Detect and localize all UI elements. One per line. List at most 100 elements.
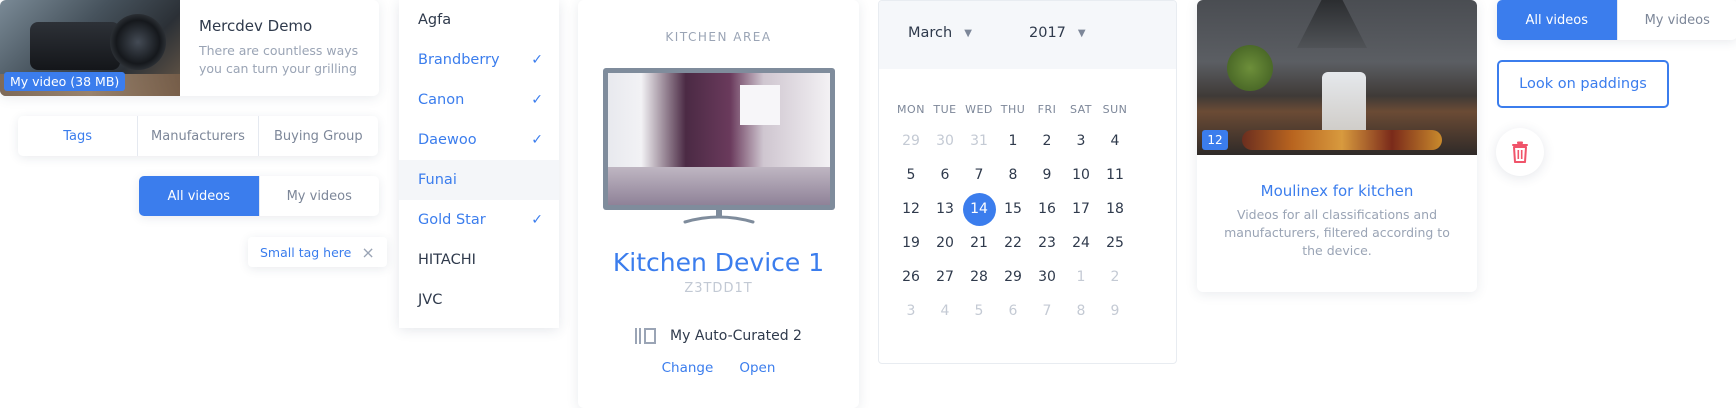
videos-toggle-group: All videos My videos [139, 176, 379, 216]
brand-item-agfa[interactable]: Agfa [399, 0, 559, 40]
brand-label: Funai [418, 172, 457, 188]
brand-dropdown-list: Agfa Brandberry ✓ Canon ✓ Daewoo ✓ Funai… [399, 0, 559, 328]
check-icon: ✓ [531, 52, 543, 68]
calendar-day[interactable]: 20 [928, 235, 962, 251]
calendar-day[interactable]: 26 [894, 269, 928, 285]
calendar-day[interactable]: 7 [962, 167, 996, 183]
video-title[interactable]: Mercdev Demo [199, 17, 312, 35]
calendar-day[interactable]: 17 [1064, 201, 1098, 217]
calendar-day[interactable]: 19 [894, 235, 928, 251]
tab-tags[interactable]: Tags [18, 116, 139, 156]
brand-item-funai[interactable]: Funai [399, 160, 559, 200]
calendar-day[interactable]: 4 [928, 303, 962, 319]
calendar-day[interactable]: 6 [928, 167, 962, 183]
change-link[interactable]: Change [662, 360, 714, 376]
brand-label: Daewoo [418, 132, 477, 148]
video-count-badge: 12 [1202, 130, 1228, 150]
calendar-day[interactable]: 2 [1098, 269, 1132, 285]
close-icon[interactable]: × [361, 243, 374, 262]
brand-item-gold-star[interactable]: Gold Star ✓ [399, 200, 559, 240]
brand-label: Gold Star [418, 212, 486, 228]
calendar-day[interactable]: 15 [996, 201, 1030, 217]
check-icon: ✓ [531, 92, 543, 108]
device-area-label: KITCHEN AREA [665, 30, 772, 44]
calendar-day[interactable]: 21 [962, 235, 996, 251]
moulinex-card[interactable]: 12 Moulinex for kitchen Videos for all c… [1197, 0, 1477, 292]
brand-label: JVC [418, 292, 443, 308]
trash-icon [1512, 141, 1528, 163]
calendar-day[interactable]: 3 [894, 303, 928, 319]
weekday-label: SAT [1069, 102, 1093, 116]
calendar-day[interactable]: 18 [1098, 201, 1132, 217]
month-select[interactable]: March ▼ [908, 25, 972, 41]
calendar-day[interactable]: 29 [996, 269, 1030, 285]
calendar-day[interactable]: 16 [1030, 201, 1064, 217]
calendar-day[interactable]: 8 [996, 167, 1030, 183]
brand-label: Agfa [418, 12, 452, 28]
video-card[interactable]: My video (38 MB) Mercdev Demo There are … [0, 0, 379, 96]
calendar-day[interactable]: 30 [928, 133, 962, 149]
tab-all-videos[interactable]: All videos [1497, 0, 1618, 40]
calendar-day[interactable]: 27 [928, 269, 962, 285]
tab-buying-group[interactable]: Buying Group [259, 116, 378, 156]
delete-button[interactable] [1496, 128, 1544, 176]
tab-my-videos[interactable]: My videos [260, 176, 380, 216]
look-on-paddings-button[interactable]: Look on paddings [1497, 60, 1669, 108]
brand-item-canon[interactable]: Canon ✓ [399, 80, 559, 120]
calendar-day[interactable]: 25 [1098, 235, 1132, 251]
brand-label: Brandberry [418, 52, 500, 68]
calendar-day[interactable]: 24 [1064, 235, 1098, 251]
curated-label: My Auto-Curated 2 [670, 328, 802, 344]
brand-item-daewoo[interactable]: Daewoo ✓ [399, 120, 559, 160]
calendar-day[interactable]: 10 [1064, 167, 1098, 183]
calendar-day[interactable]: 29 [894, 133, 928, 149]
open-link[interactable]: Open [739, 360, 775, 376]
small-tag-label: Small tag here [260, 244, 352, 260]
check-icon: ✓ [531, 212, 543, 228]
small-tag[interactable]: Small tag here × [248, 237, 387, 267]
device-name: Kitchen Device 1 [612, 248, 825, 277]
tab-all-videos[interactable]: All videos [139, 176, 260, 216]
calendar-day[interactable]: 7 [1030, 303, 1064, 319]
week-row: 19 20 21 22 23 24 25 [894, 226, 1166, 260]
brand-label: HITACHI [418, 252, 476, 268]
calendar-day[interactable]: 8 [1064, 303, 1098, 319]
calendar-day[interactable]: 12 [894, 201, 928, 217]
weekday-label: FRI [1037, 102, 1057, 116]
calendar-day[interactable]: 31 [962, 133, 996, 149]
calendar-day[interactable]: 4 [1098, 133, 1132, 149]
brand-item-brandberry[interactable]: Brandberry ✓ [399, 40, 559, 80]
calendar: March ▼ 2017 ▼ MON TUE WED THU FRI SAT S… [878, 0, 1177, 364]
tab-my-videos[interactable]: My videos [1618, 0, 1736, 40]
year-value: 2017 [1029, 25, 1066, 41]
year-select[interactable]: 2017 ▼ [1029, 25, 1086, 41]
calendar-day[interactable]: 9 [1030, 167, 1064, 183]
calendar-day[interactable]: 2 [1030, 133, 1064, 149]
calendar-day[interactable]: 1 [1064, 269, 1098, 285]
calendar-day-today[interactable]: 14 [962, 192, 996, 226]
curated-playlist: My Auto-Curated 2 [634, 326, 802, 346]
calendar-day[interactable]: 13 [928, 201, 962, 217]
week-row: 5 6 7 8 9 10 11 [894, 158, 1166, 192]
tab-manufacturers[interactable]: Manufacturers [138, 116, 259, 156]
weekday-label: SUN [1102, 102, 1128, 116]
calendar-day[interactable]: 23 [1030, 235, 1064, 251]
brand-item-jvc[interactable]: JVC [399, 280, 559, 320]
calendar-day[interactable]: 1 [996, 133, 1030, 149]
brand-label: Canon [418, 92, 465, 108]
brand-item-hitachi[interactable]: HITACHI [399, 240, 559, 280]
calendar-day[interactable]: 9 [1098, 303, 1132, 319]
today-marker: 14 [962, 192, 996, 226]
weekday-label: TUE [933, 102, 957, 116]
triangle-down-icon: ▼ [964, 27, 972, 39]
calendar-day[interactable]: 5 [894, 167, 928, 183]
calendar-day[interactable]: 30 [1030, 269, 1064, 285]
calendar-day[interactable]: 6 [996, 303, 1030, 319]
tags-tab-group: Tags Manufacturers Buying Group [18, 116, 378, 156]
calendar-day[interactable]: 3 [1064, 133, 1098, 149]
moulinex-title[interactable]: Moulinex for kitchen [1197, 182, 1477, 200]
calendar-day[interactable]: 28 [962, 269, 996, 285]
calendar-day[interactable]: 5 [962, 303, 996, 319]
calendar-day[interactable]: 22 [996, 235, 1030, 251]
calendar-day[interactable]: 11 [1098, 167, 1132, 183]
